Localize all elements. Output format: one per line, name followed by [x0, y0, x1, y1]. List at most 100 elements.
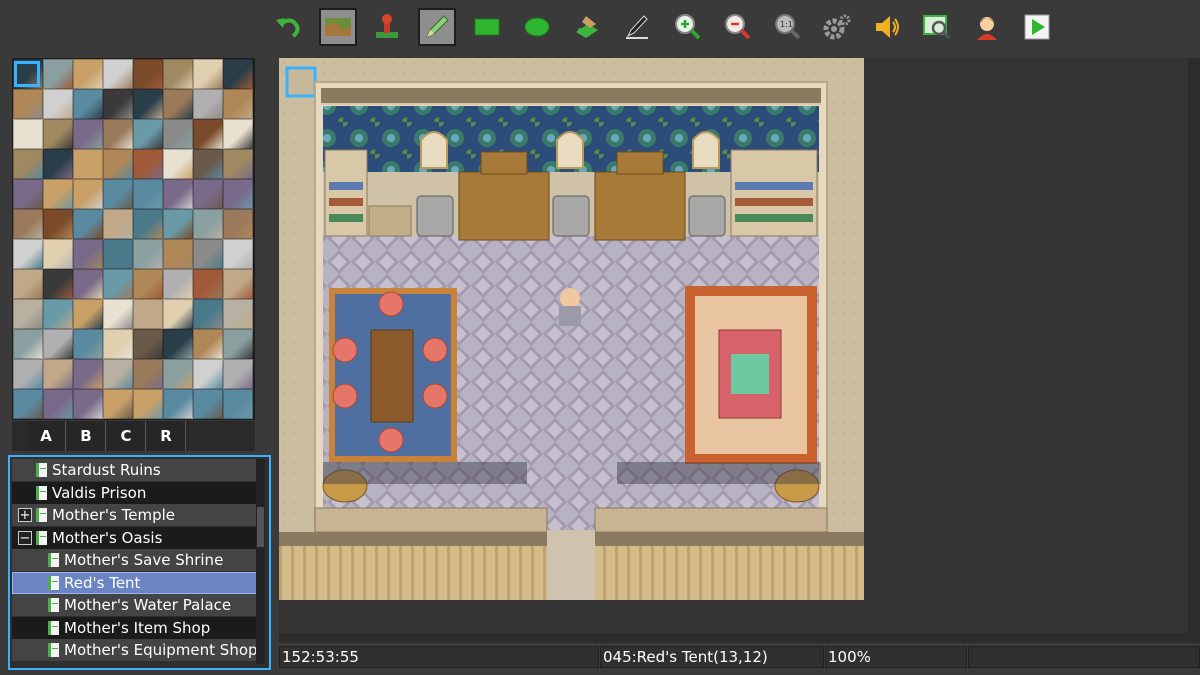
- tileset-tile[interactable]: [193, 119, 223, 149]
- tileset-tile[interactable]: [13, 269, 43, 299]
- tileset-tile[interactable]: [163, 59, 193, 89]
- tileset-tile[interactable]: [193, 239, 223, 269]
- event-layer-button[interactable]: [368, 8, 406, 46]
- tileset-tile[interactable]: [103, 389, 133, 419]
- tileset-tile[interactable]: [13, 179, 43, 209]
- tileset-tile[interactable]: [13, 89, 43, 119]
- tileset-tile[interactable]: [133, 389, 163, 419]
- tileset-tile[interactable]: [223, 89, 253, 119]
- tileset-tile[interactable]: [163, 119, 193, 149]
- tileset-tile[interactable]: [13, 119, 43, 149]
- tileset-tile[interactable]: [73, 179, 103, 209]
- map-tree-item-selected[interactable]: Red's Tent: [12, 572, 258, 594]
- tileset-tile[interactable]: [193, 89, 223, 119]
- tileset-tile[interactable]: [163, 89, 193, 119]
- tileset-tile[interactable]: [103, 59, 133, 89]
- map-tree-item[interactable]: Stardust Ruins: [12, 459, 258, 481]
- tab-c[interactable]: C: [107, 421, 146, 451]
- tileset-tile[interactable]: [193, 389, 223, 419]
- tileset-tile[interactable]: [13, 239, 43, 269]
- tileset-tile[interactable]: [163, 269, 193, 299]
- tileset-tile[interactable]: [43, 119, 73, 149]
- tileset-tile[interactable]: [13, 329, 43, 359]
- tileset-tile[interactable]: [73, 149, 103, 179]
- tileset-tile[interactable]: [43, 299, 73, 329]
- tileset-tile[interactable]: [223, 389, 253, 419]
- tileset-tile[interactable]: [223, 209, 253, 239]
- tileset-tile[interactable]: [193, 329, 223, 359]
- tileset-tile[interactable]: [13, 389, 43, 419]
- map-tree-item[interactable]: + Mother's Temple: [12, 504, 258, 526]
- tileset-tile[interactable]: [13, 359, 43, 389]
- tileset-tile[interactable]: [193, 209, 223, 239]
- tileset-tile[interactable]: [163, 329, 193, 359]
- actual-size-button[interactable]: 1:1: [768, 8, 806, 46]
- sound-test-button[interactable]: [868, 8, 906, 46]
- map-tree-scrollbar[interactable]: [256, 459, 265, 664]
- tileset-tile[interactable]: [223, 179, 253, 209]
- playtest-button[interactable]: [1018, 8, 1056, 46]
- collapse-toggle[interactable]: −: [18, 531, 32, 545]
- undo-button[interactable]: [269, 8, 307, 46]
- tileset-tile[interactable]: [223, 299, 253, 329]
- tileset-tile[interactable]: [13, 149, 43, 179]
- database-button[interactable]: [818, 8, 856, 46]
- tileset-tile[interactable]: [103, 209, 133, 239]
- tileset-tile[interactable]: [73, 389, 103, 419]
- tileset-tile[interactable]: [103, 239, 133, 269]
- map-tree-item[interactable]: Mother's Water Palace: [12, 594, 258, 616]
- tileset-tile[interactable]: [103, 149, 133, 179]
- map-horizontal-scrollbar[interactable]: [279, 633, 1188, 643]
- tileset-tile[interactable]: [133, 299, 163, 329]
- tileset-tile[interactable]: [103, 89, 133, 119]
- tileset-tile[interactable]: [73, 239, 103, 269]
- tileset-tile[interactable]: [43, 239, 73, 269]
- tileset-tile[interactable]: [193, 179, 223, 209]
- tab-b[interactable]: B: [67, 421, 106, 451]
- event-search-button[interactable]: [918, 8, 956, 46]
- character-generator-button[interactable]: [968, 8, 1006, 46]
- rectangle-button[interactable]: [468, 8, 506, 46]
- tileset-tile[interactable]: [103, 179, 133, 209]
- tileset-tile[interactable]: [223, 359, 253, 389]
- ellipse-button[interactable]: [518, 8, 556, 46]
- tileset-tile[interactable]: [163, 149, 193, 179]
- map-tree-item[interactable]: − Mother's Oasis: [12, 527, 258, 549]
- tileset-tile[interactable]: [133, 149, 163, 179]
- pencil-button[interactable]: [418, 8, 456, 46]
- tileset-tile[interactable]: [73, 59, 103, 89]
- tileset-tile[interactable]: [43, 179, 73, 209]
- tileset-tile[interactable]: [43, 269, 73, 299]
- tileset-tile[interactable]: [43, 359, 73, 389]
- tileset-tile[interactable]: [73, 119, 103, 149]
- tileset-tile[interactable]: [133, 269, 163, 299]
- tileset-tile[interactable]: [103, 119, 133, 149]
- tileset-tile[interactable]: [103, 329, 133, 359]
- tileset-tile[interactable]: [163, 389, 193, 419]
- map-tree-item[interactable]: Mother's Save Shrine: [12, 549, 258, 571]
- zoom-out-button[interactable]: [718, 8, 756, 46]
- tileset-tile[interactable]: [133, 89, 163, 119]
- tileset-tile[interactable]: [73, 269, 103, 299]
- scrollbar-thumb[interactable]: [257, 507, 264, 547]
- map-layer-button[interactable]: [319, 8, 357, 46]
- tileset-tile[interactable]: [73, 359, 103, 389]
- tileset-tile[interactable]: [133, 359, 163, 389]
- tileset-tile[interactable]: [223, 329, 253, 359]
- tab-a[interactable]: A: [27, 421, 66, 451]
- tileset-tile[interactable]: [163, 359, 193, 389]
- tileset-tile[interactable]: [73, 299, 103, 329]
- shadow-pen-button[interactable]: [618, 8, 656, 46]
- tileset-tile[interactable]: [163, 299, 193, 329]
- map-tree-item[interactable]: Mother's Item Shop: [12, 617, 258, 639]
- tileset-tile[interactable]: [133, 119, 163, 149]
- tileset-tile[interactable]: [133, 59, 163, 89]
- tileset-tile[interactable]: [163, 239, 193, 269]
- map-tree-item[interactable]: Valdis Prison: [12, 482, 258, 504]
- tileset-tile[interactable]: [133, 239, 163, 269]
- zoom-in-button[interactable]: [668, 8, 706, 46]
- expand-toggle[interactable]: +: [18, 508, 32, 522]
- tileset-tile[interactable]: [163, 209, 193, 239]
- tileset-tile[interactable]: [193, 149, 223, 179]
- tab-r[interactable]: R: [147, 421, 186, 451]
